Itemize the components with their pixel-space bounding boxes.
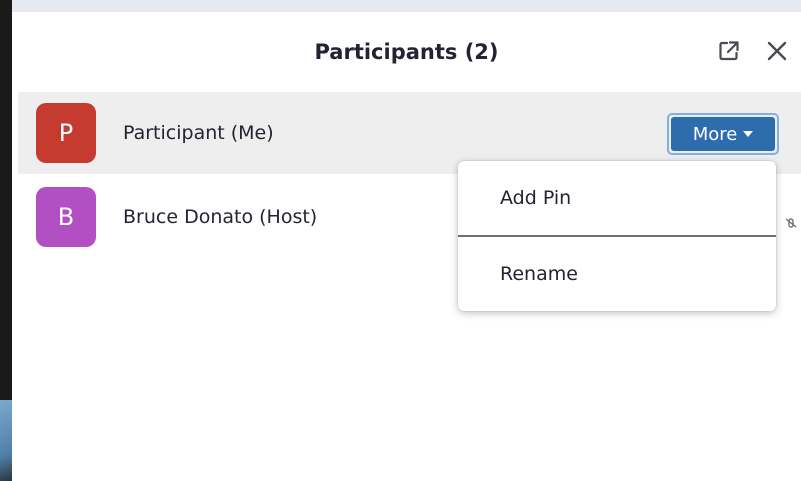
participants-panel: Participants (2) P Participant (Me) More [12, 12, 801, 481]
microphone-muted-icon [785, 218, 797, 228]
more-button[interactable]: More [667, 113, 779, 155]
background-top [0, 0, 801, 12]
avatar-initial: B [57, 203, 75, 231]
close-icon-graphic [767, 41, 787, 61]
participant-name: Bruce Donato (Host) [123, 206, 318, 228]
more-button-label: More [692, 123, 738, 145]
menu-item-add-pin[interactable]: Add Pin [458, 161, 776, 235]
avatar: P [36, 103, 96, 163]
menu-item-rename[interactable]: Rename [458, 237, 776, 311]
menu-item-label: Rename [500, 263, 578, 285]
more-dropdown-menu: Add Pin Rename [458, 161, 776, 311]
panel-title: Participants (2) [314, 40, 499, 64]
avatar-initial: P [58, 119, 74, 147]
close-icon[interactable] [762, 36, 792, 66]
popout-icon[interactable] [714, 36, 744, 66]
more-button-body[interactable]: More [671, 117, 775, 151]
panel-header: Participants (2) [12, 12, 801, 90]
caret-down-icon [743, 131, 754, 137]
menu-item-label: Add Pin [500, 187, 572, 209]
popout-icon-graphic [719, 41, 739, 61]
avatar: B [36, 187, 96, 247]
participant-name: Participant (Me) [123, 122, 274, 144]
